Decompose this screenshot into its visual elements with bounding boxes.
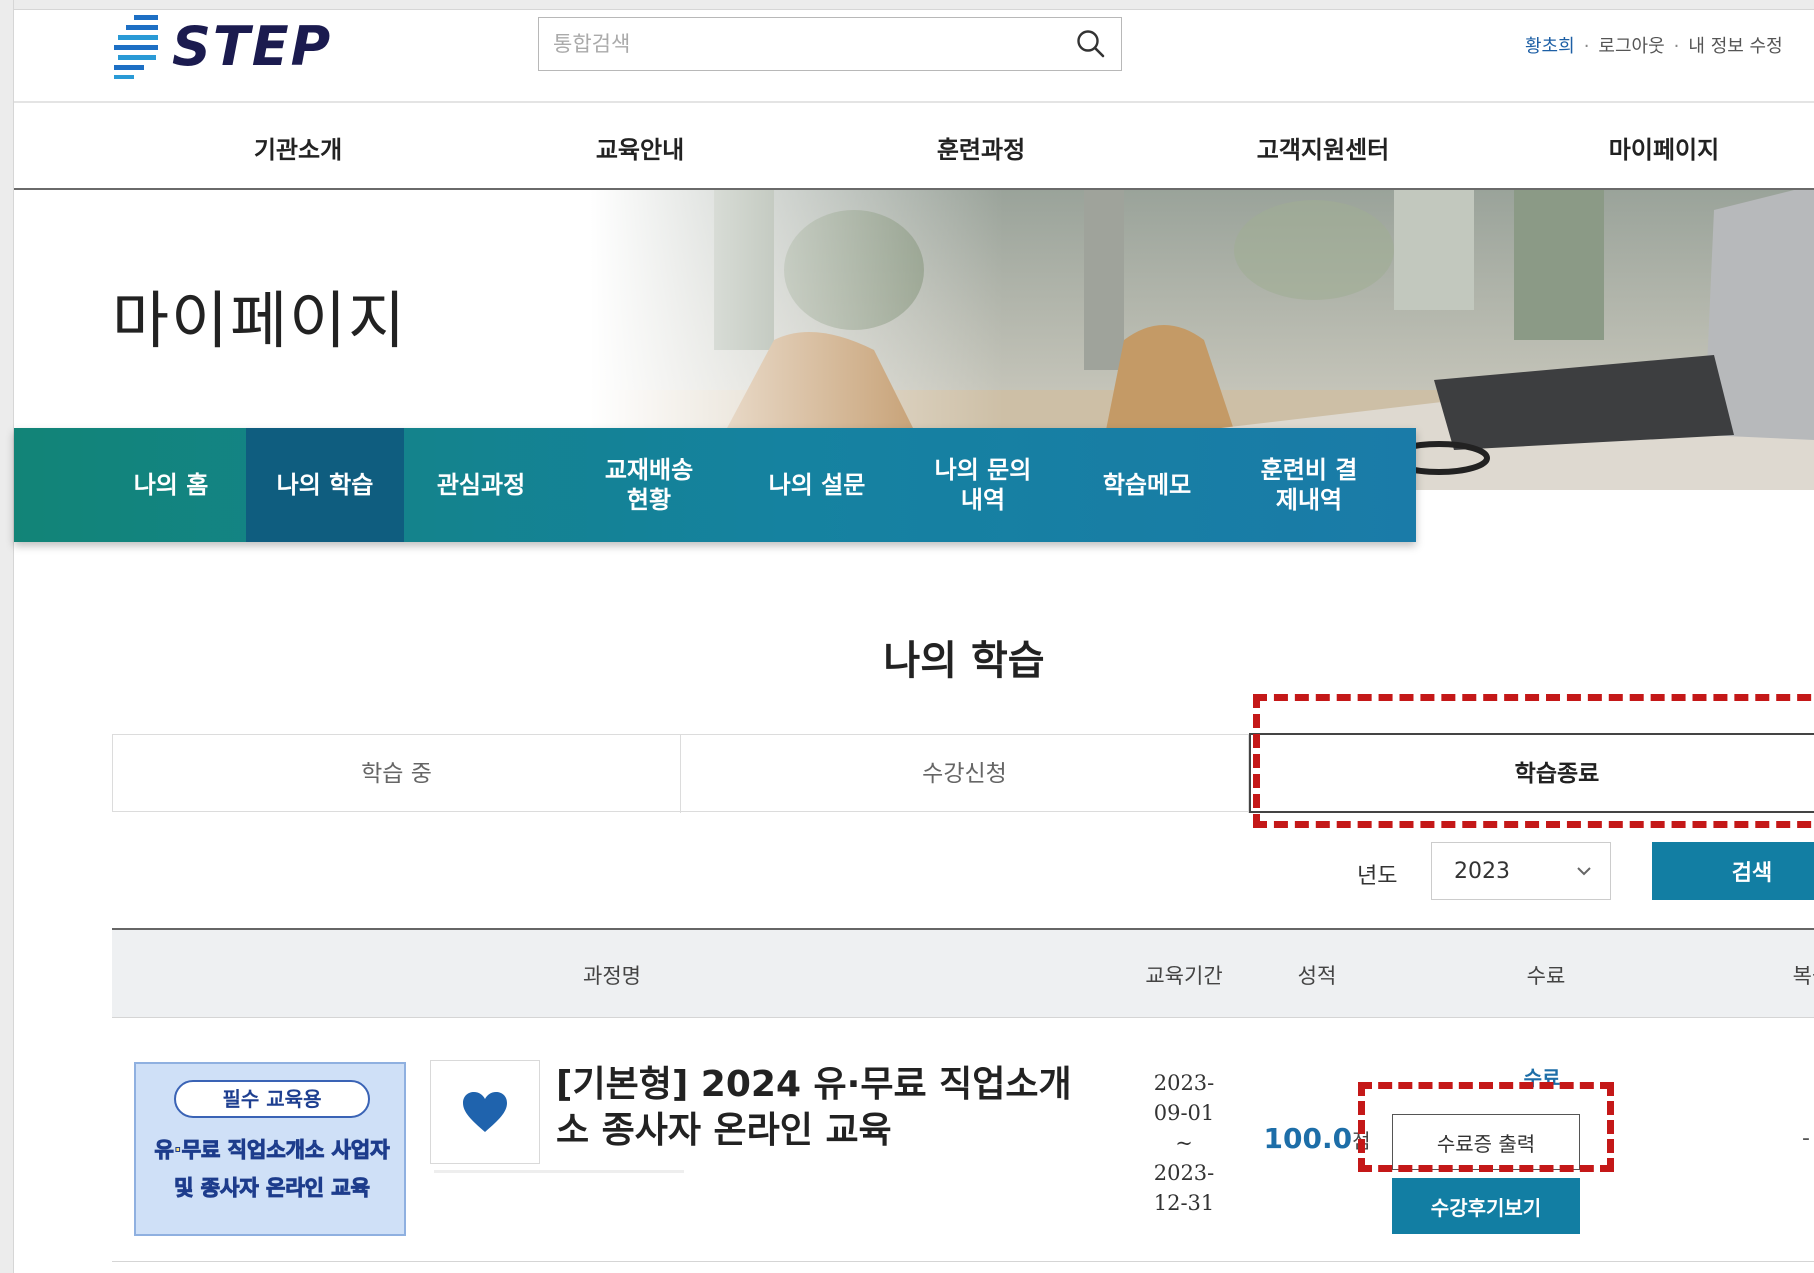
period-separator: ~ — [1175, 1131, 1193, 1155]
lnb-study-memo[interactable]: 학습메모 — [1072, 428, 1222, 542]
user-name-link[interactable]: 황초희 — [1525, 36, 1575, 57]
learning-tabs: 학습 중 수강신청 학습종료 — [112, 733, 1814, 813]
step-logo-text: STEP — [172, 14, 333, 78]
year-label: 년도 — [1357, 864, 1398, 889]
thumbnail-line-1-text: 직업소개소 사업자 — [220, 1138, 390, 1163]
year-select-value: 2023 — [1454, 858, 1510, 884]
page-title: 마이페이지 — [112, 284, 408, 357]
lnb-training-payments-line1: 훈련비 결 — [1260, 456, 1358, 484]
lnb-interest-courses[interactable]: 관심과정 — [406, 428, 556, 542]
course-title-link[interactable]: [기본형] 2024 유·무료 직업소개소 종사자 온라인 교육 — [556, 1062, 1076, 1154]
table-header: 과정명 교육기간 성적 수료 복습 — [112, 928, 1814, 1018]
replay-value: - — [1802, 1126, 1810, 1151]
course-period: 2023- 09-01 ~ 2023- 12-31 — [1124, 1068, 1244, 1218]
main-navigation: 기관소개 교육안내 훈련과정 고객지원센터 마이페이지 — [14, 103, 1814, 189]
nav-education-guide[interactable]: 교육안내 — [540, 103, 740, 189]
window-top-edge — [0, 0, 1814, 10]
heart-icon — [463, 1092, 507, 1132]
col-review: 복습 — [1792, 964, 1814, 988]
lnb-textbook-delivery-line2: 현황 — [626, 486, 672, 514]
score-value: 100.0 — [1263, 1122, 1353, 1155]
tab-completed[interactable]: 학습종료 — [1249, 733, 1814, 813]
logout-link[interactable]: 로그아웃 — [1598, 36, 1664, 57]
col-score: 성적 — [1297, 964, 1337, 988]
separator: · — [1673, 36, 1680, 57]
course-score: 100.0점 — [1252, 1122, 1382, 1155]
edit-profile-link[interactable]: 내 정보 수정 — [1688, 36, 1782, 57]
period-end: 2023- 12-31 — [1153, 1161, 1215, 1215]
col-completion: 수료 — [1526, 964, 1566, 988]
lnb-my-inquiries[interactable]: 나의 문의 내역 — [908, 428, 1058, 542]
separator: · — [1583, 36, 1590, 57]
course-thumbnail[interactable]: 필수 교육용 유·무료 직업소개소 사업자 및 종사자 온라인 교육 — [134, 1062, 406, 1236]
thumbnail-line-1: 유·무료 직업소개소 사업자 — [136, 1134, 404, 1164]
search-icon[interactable] — [1061, 18, 1121, 70]
global-search — [538, 17, 1122, 71]
lnb-my-inquiries-line1: 나의 문의 — [934, 456, 1032, 484]
lnb-my-home[interactable]: 나의 홈 — [104, 428, 238, 542]
col-period: 교육기간 — [1145, 964, 1223, 988]
tab-enrollment[interactable]: 수강신청 — [681, 735, 1249, 813]
view-review-button[interactable]: 수강후기보기 — [1392, 1178, 1580, 1234]
search-input[interactable] — [539, 18, 1061, 70]
favorite-divider — [434, 1170, 684, 1173]
chevron-down-icon — [1577, 867, 1591, 876]
step-logo[interactable]: STEP — [112, 10, 372, 82]
thumbnail-badge: 필수 교육용 — [174, 1080, 370, 1118]
search-button[interactable]: 검색 — [1652, 842, 1814, 900]
period-start: 2023- 09-01 — [1153, 1071, 1215, 1125]
nav-about[interactable]: 기관소개 — [198, 103, 398, 189]
favorite-button[interactable] — [430, 1060, 540, 1164]
thumbnail-badge-text: 필수 교육용 — [222, 1087, 322, 1111]
lnb-my-learning[interactable]: 나의 학습 — [246, 428, 404, 542]
mypage-sub-navigation: 나의 홈 나의 학습 관심과정 교재배송 현황 나의 설문 나의 문의 내역 학… — [14, 428, 1416, 542]
lnb-textbook-delivery[interactable]: 교재배송 현황 — [574, 428, 724, 542]
col-course-name: 과정명 — [583, 964, 641, 988]
nav-customer-support[interactable]: 고객지원센터 — [1223, 103, 1423, 189]
lnb-textbook-delivery-line1: 교재배송 — [604, 456, 694, 484]
nav-mypage[interactable]: 마이페이지 — [1564, 103, 1764, 189]
score-unit: 점 — [1352, 1129, 1371, 1153]
year-select[interactable]: 2023 — [1431, 842, 1611, 900]
step-logo-icon — [114, 15, 158, 79]
print-certificate-button[interactable]: 수료증 출력 — [1392, 1114, 1580, 1170]
table-row: 필수 교육용 유·무료 직업소개소 사업자 및 종사자 온라인 교육 [기본형]… — [112, 1018, 1814, 1262]
lnb-my-survey[interactable]: 나의 설문 — [742, 428, 892, 542]
lnb-training-payments[interactable]: 훈련비 결 제내역 — [1234, 428, 1384, 542]
tab-in-progress[interactable]: 학습 중 — [113, 735, 681, 813]
section-title: 나의 학습 — [883, 638, 1045, 684]
thumbnail-line-2: 및 종사자 온라인 교육 — [174, 1176, 371, 1201]
user-links: 황초희 · 로그아웃 · 내 정보 수정 — [1525, 32, 1783, 58]
lnb-my-inquiries-line2: 내역 — [960, 486, 1006, 514]
thumbnail-highlight: 유·무료 — [154, 1138, 221, 1163]
nav-training-courses[interactable]: 훈련과정 — [881, 103, 1081, 189]
completion-status: 수료 — [1523, 1066, 1561, 1090]
lnb-training-payments-line2: 제내역 — [1275, 486, 1343, 514]
